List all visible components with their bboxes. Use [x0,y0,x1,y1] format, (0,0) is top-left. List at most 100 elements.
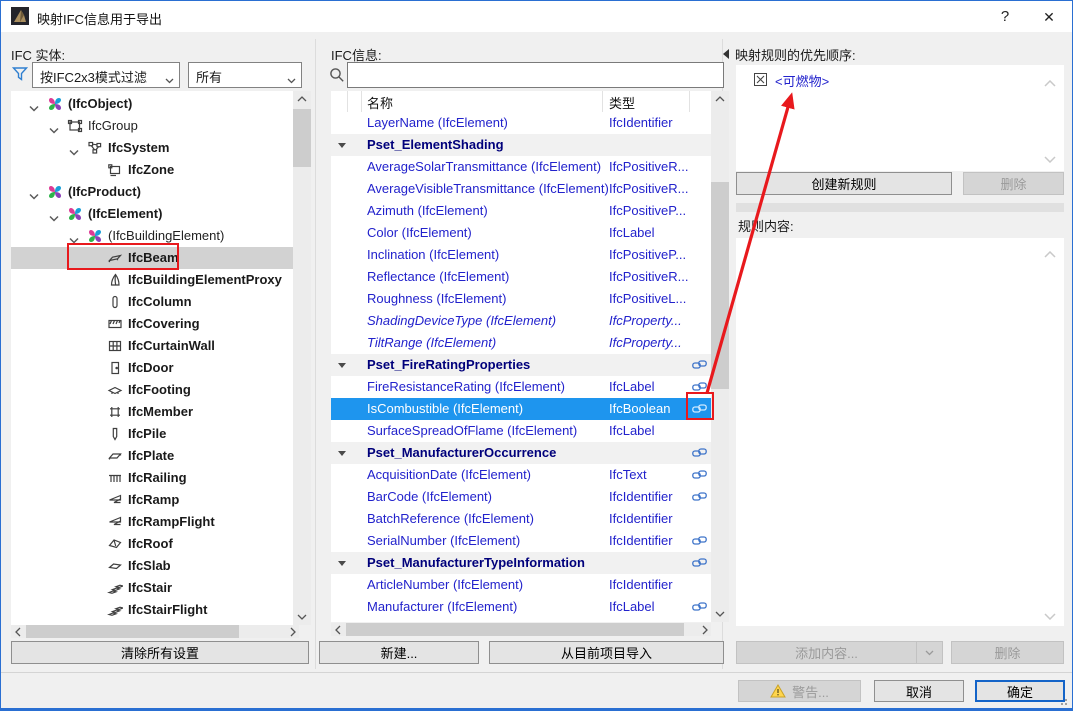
tree-item-ifccolumn[interactable]: IfcColumn [11,291,293,313]
import-from-project-button[interactable]: 从目前项目导入 [489,641,724,664]
resize-grip[interactable] [1065,703,1067,705]
delete-content-button[interactable]: 删除 [951,641,1064,664]
tree-item-ifcramp[interactable]: IfcRamp [11,489,293,511]
scroll-right-icon[interactable] [698,623,711,636]
tree-item-ifcrailing[interactable]: IfcRailing [11,467,293,489]
tree-item-ifcsystem[interactable]: IfcSystem [11,137,293,159]
delete-rule-button[interactable]: 删除 [963,172,1064,195]
table-row-averagesolartransmittance[interactable]: AverageSolarTransmittance (IfcElement) If… [331,156,711,178]
tree-item-ifcgroup[interactable]: IfcGroup [11,115,293,137]
table-row-pset_manufacturertypeinformation[interactable]: Pset_ManufacturerTypeInformation [331,552,711,574]
tree-item-ifcstairflight[interactable]: IfcStairFlight [11,599,293,621]
filter-scope-select[interactable]: 所有 [188,62,302,88]
table-row-fireresistancerating[interactable]: FireResistanceRating (IfcElement) IfcLabe… [331,376,711,398]
cancel-button[interactable]: 取消 [874,680,964,702]
list-horizontal-scrollbar[interactable] [736,203,1064,212]
tree-item-ifcrampflight[interactable]: IfcRampFlight [11,511,293,533]
table-horizontal-scrollbar[interactable] [331,623,711,636]
table-row-shadingdevicetype[interactable]: ShadingDeviceType (IfcElement) IfcPropert… [331,310,711,332]
mapping-link-icon[interactable] [692,469,707,481]
rule-item-label[interactable]: <可燃物> [775,71,829,90]
table-row-averagevisibletransmittance[interactable]: AverageVisibleTransmittance (IfcElement)… [331,178,711,200]
tree-item-ifczone[interactable]: IfcZone [11,159,293,181]
scroll-left-icon[interactable] [11,625,24,638]
scrollbar-thumb[interactable] [711,182,729,389]
filter-scheme-select[interactable]: 按IFC2x3模式过滤 [32,62,180,88]
table-row-tiltrange[interactable]: TiltRange (IfcElement) IfcProperty... [331,332,711,354]
create-new-rule-button[interactable]: 创建新规则 [736,172,952,195]
tree-item-ifcbuildingelement[interactable]: (IfcBuildingElement) [11,225,293,247]
table-row-surfacespreadofflame[interactable]: SurfaceSpreadOfFlame (IfcElement) IfcLabe… [331,420,711,442]
tree-item-ifcmember[interactable]: IfcMember [11,401,293,423]
tree-item-ifcbuildingelementproxy[interactable]: IfcBuildingElementProxy [11,269,293,291]
clear-all-settings-button[interactable]: 清除所有设置 [11,641,309,664]
scroll-down-icon[interactable] [1044,608,1056,623]
table-row-pset_elementshading[interactable]: Pset_ElementShading [331,134,711,156]
rule-checkbox-icon[interactable] [754,73,767,86]
table-row-acquisitiondate[interactable]: AcquisitionDate (IfcElement) IfcText [331,464,711,486]
triangle-collapse-icon[interactable] [338,363,346,368]
mapping-link-icon[interactable] [692,557,707,569]
table-row-roughness[interactable]: Roughness (IfcElement) IfcPositiveL... [331,288,711,310]
scroll-up-icon[interactable] [1044,246,1056,261]
warnings-button[interactable]: 警告... [738,680,861,702]
tree-item-ifcbeam[interactable]: IfcBeam [11,247,293,269]
table-row-articlenumber[interactable]: ArticleNumber (IfcElement) IfcIdentifier [331,574,711,596]
new-button[interactable]: 新建... [319,641,479,664]
mapping-link-icon[interactable] [692,359,707,371]
mapping-link-icon[interactable] [692,403,707,415]
triangle-collapse-icon[interactable] [338,143,346,148]
table-row-inclination[interactable]: Inclination (IfcElement) IfcPositiveP... [331,244,711,266]
tree-item-ifccurtainwall[interactable]: IfcCurtainWall [11,335,293,357]
chevron-expand-icon[interactable] [29,100,41,112]
collapse-panel-icon[interactable] [723,49,729,59]
tree-item-ifcstair[interactable]: IfcStair [11,577,293,599]
close-button[interactable]: ✕ [1037,6,1061,28]
chevron-expand-icon[interactable] [69,144,81,156]
scroll-down-icon[interactable] [293,609,311,625]
scrollbar-thumb[interactable] [346,623,684,636]
table-row-pset_manufactureroccurrence[interactable]: Pset_ManufacturerOccurrence [331,442,711,464]
scroll-up-icon[interactable] [293,91,311,107]
mapping-link-icon[interactable] [692,601,707,613]
tree-item-ifcplate[interactable]: IfcPlate [11,445,293,467]
chevron-expand-icon[interactable] [29,188,41,200]
tree-horizontal-scrollbar[interactable] [11,625,299,638]
tree-item-ifcelement[interactable]: (IfcElement) [11,203,293,225]
triangle-collapse-icon[interactable] [338,451,346,456]
tree-item-ifcproduct[interactable]: (IfcProduct) [11,181,293,203]
triangle-collapse-icon[interactable] [338,561,346,566]
table-row-manufacturer[interactable]: Manufacturer (IfcElement) IfcLabel [331,596,711,618]
table-row-reflectance[interactable]: Reflectance (IfcElement) IfcPositiveR... [331,266,711,288]
add-content-button[interactable]: 添加内容... [736,641,943,664]
table-row-serialnumber[interactable]: SerialNumber (IfcElement) IfcIdentifier [331,530,711,552]
scrollbar-thumb[interactable] [26,625,239,638]
chevron-expand-icon[interactable] [49,122,61,134]
scrollbar-thumb[interactable] [293,109,311,167]
column-header-type[interactable]: 类型 [609,93,635,112]
tree-item-ifcdoor[interactable]: IfcDoor [11,357,293,379]
chevron-down-icon[interactable] [916,642,942,663]
tree-item-ifcpile[interactable]: IfcPile [11,423,293,445]
table-vertical-scrollbar[interactable] [711,91,729,622]
table-row-barcode[interactable]: BarCode (IfcElement) IfcIdentifier [331,486,711,508]
scroll-down-icon[interactable] [711,606,729,622]
ok-button[interactable]: 确定 [975,680,1065,702]
scroll-right-icon[interactable] [286,625,299,638]
mapping-link-icon[interactable] [692,381,707,393]
table-row-iscombustible[interactable]: IsCombustible (IfcElement) IfcBoolean [331,398,711,420]
rule-priority-list[interactable]: <可燃物> [736,65,1064,171]
table-row-azimuth[interactable]: Azimuth (IfcElement) IfcPositiveP... [331,200,711,222]
scroll-down-icon[interactable] [1044,151,1056,166]
tree-item-ifcslab[interactable]: IfcSlab [11,555,293,577]
mapping-link-icon[interactable] [692,491,707,503]
table-row-layername[interactable]: LayerName (IfcElement) IfcIdentifier [331,112,711,134]
table-row-batchreference[interactable]: BatchReference (IfcElement) IfcIdentifier [331,508,711,530]
table-row-pset_fireratingproperties[interactable]: Pset_FireRatingProperties [331,354,711,376]
mapping-link-icon[interactable] [692,535,707,547]
tree-item-ifcfooting[interactable]: IfcFooting [11,379,293,401]
table-row-color[interactable]: Color (IfcElement) IfcLabel [331,222,711,244]
search-input[interactable] [347,62,724,88]
rule-content-area[interactable] [736,238,1064,626]
tree-item-ifccovering[interactable]: IfcCovering [11,313,293,335]
